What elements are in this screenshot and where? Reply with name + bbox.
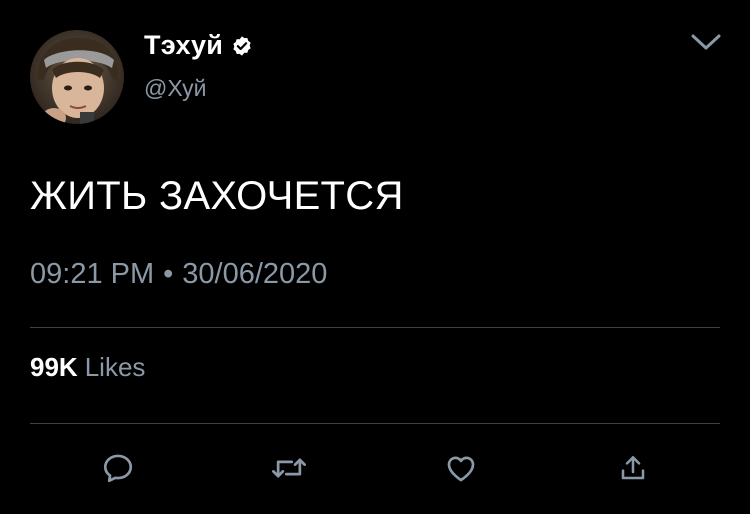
share-button[interactable] [613, 448, 653, 488]
like-button[interactable] [441, 448, 481, 488]
likes-count: 99K [30, 352, 78, 382]
speech-bubble-icon [103, 454, 133, 483]
tweet-text: ЖИТЬ ЗАХОЧЕТСЯ [30, 174, 404, 218]
avatar-image [30, 30, 124, 124]
likes-stat[interactable]: 99K Likes [30, 352, 145, 383]
divider [30, 327, 720, 328]
tweet-date: 30/06/2020 [182, 258, 328, 290]
retweet-button[interactable] [269, 448, 309, 488]
retweet-arrows-icon [272, 458, 306, 478]
chevron-down-icon [691, 34, 721, 50]
tweet-time: 09:21 PM [30, 258, 155, 290]
reply-button[interactable] [98, 448, 138, 488]
avatar[interactable] [30, 30, 124, 124]
heart-icon [447, 456, 475, 482]
share-upload-icon [621, 456, 645, 480]
more-options-button[interactable] [686, 26, 726, 58]
divider [30, 423, 720, 424]
meta-separator: • [163, 258, 174, 290]
likes-label: Likes [84, 352, 146, 382]
author-name-row[interactable]: Тэхуй [144, 30, 253, 61]
author-handle[interactable]: @Хуй [144, 75, 207, 102]
verified-badge-icon [233, 35, 251, 56]
tweet-timestamp[interactable]: 09:21 PM • 30/06/2020 [30, 258, 327, 291]
display-name[interactable]: Тэхуй [144, 30, 223, 61]
